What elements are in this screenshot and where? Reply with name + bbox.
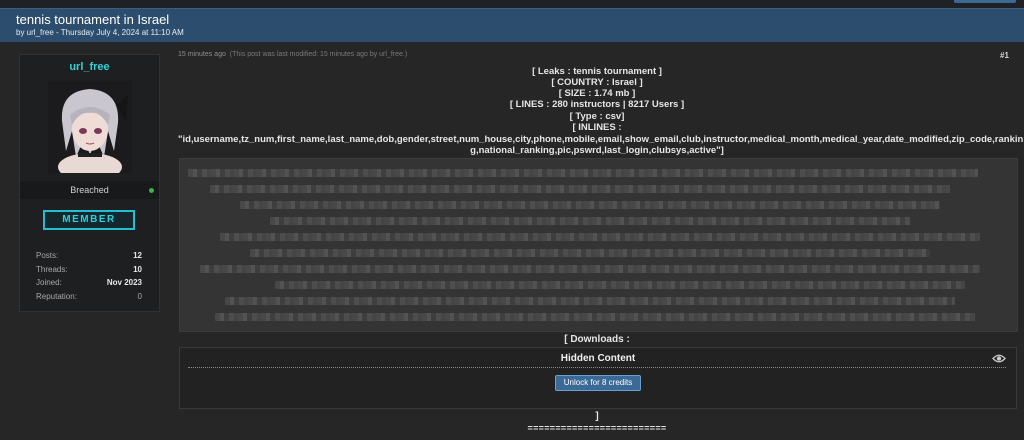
stat-row-threads: Threads: 10	[36, 265, 142, 279]
top-strip	[0, 0, 1024, 8]
blurred-row	[240, 201, 940, 209]
blurred-row	[225, 297, 955, 305]
blurred-row	[270, 217, 910, 225]
stat-label: Joined:	[36, 278, 62, 287]
blurred-row	[210, 185, 950, 193]
closing-bracket: ]	[595, 411, 599, 422]
eye-icon[interactable]	[992, 353, 1006, 364]
thread-subtitle: by url_free - Thursday July 4, 2024 at 1…	[16, 28, 184, 37]
stat-value: 0	[137, 291, 142, 301]
downloads-label: [ Downloads :	[564, 334, 630, 345]
author-profile: url_free Breached MEMBER Posts: 12 Threa…	[19, 54, 160, 312]
author-stats: Posts: 12 Threads: 10 Joined: Nov 2023 R…	[36, 251, 142, 305]
blurred-row	[250, 249, 930, 257]
post-line-country: [ COUNTRY : Israel ]	[551, 77, 643, 88]
hidden-content-box: Hidden Content Unlock for 8 credits	[179, 347, 1017, 409]
post-line-lines: [ LINES : 280 instructors | 8217 Users ]	[509, 99, 685, 110]
blurred-row	[200, 265, 980, 273]
online-status-dot	[149, 188, 154, 193]
stat-label: Reputation:	[36, 291, 77, 301]
stat-value: 12	[133, 251, 142, 260]
blurred-row	[215, 313, 975, 321]
blurred-sample-data	[179, 158, 1018, 332]
stat-label: Posts:	[36, 251, 59, 260]
stat-value: 10	[133, 264, 142, 274]
stat-value: Nov 2023	[106, 278, 142, 287]
separator-line: =========================	[527, 423, 667, 433]
rank-bar: Breached	[20, 181, 159, 199]
post-edit-note: (This post was last modified: 15 minutes…	[229, 51, 408, 58]
rank-label: Breached	[70, 185, 109, 195]
avatar[interactable]	[48, 81, 132, 173]
blurred-row	[275, 281, 965, 289]
post-line-size: [ SIZE : 1.74 mb ]	[558, 88, 636, 99]
stat-row-posts: Posts: 12	[36, 251, 142, 265]
post-meta: 15 minutes ago (This post was last modif…	[178, 51, 407, 58]
stat-row-joined: Joined: Nov 2023	[36, 278, 142, 292]
stat-label: Threads:	[36, 264, 68, 274]
thread-title: tennis tournament in Israel	[16, 12, 170, 27]
post-line-fields-1: "id,username,tz_num,first_name,last_name…	[178, 134, 1024, 145]
divider	[188, 367, 1006, 368]
stat-row-reputation: Reputation: 0	[36, 292, 142, 306]
post-time[interactable]: 15 minutes ago	[178, 51, 226, 58]
post-number[interactable]: #1	[1000, 51, 1009, 60]
post-line-leaks: [ Leaks : tennis tournament ]	[532, 66, 662, 77]
unlock-button[interactable]: Unlock for 8 credits	[555, 375, 641, 391]
post-line-fields-2: g,national_ranking,pic,pswrd,last_login,…	[470, 145, 724, 156]
hidden-content-title: Hidden Content	[560, 353, 636, 364]
blurred-row	[188, 169, 978, 177]
blurred-row	[220, 233, 980, 241]
top-button[interactable]	[954, 0, 1016, 3]
author-username[interactable]: url_free	[20, 61, 159, 73]
member-badge: MEMBER	[43, 210, 135, 230]
post-line-inlines: [ INLINES :	[572, 122, 622, 133]
thread-header: tennis tournament in Israel by url_free …	[0, 8, 1024, 44]
post-line-type: [ Type : csv]	[569, 111, 625, 122]
